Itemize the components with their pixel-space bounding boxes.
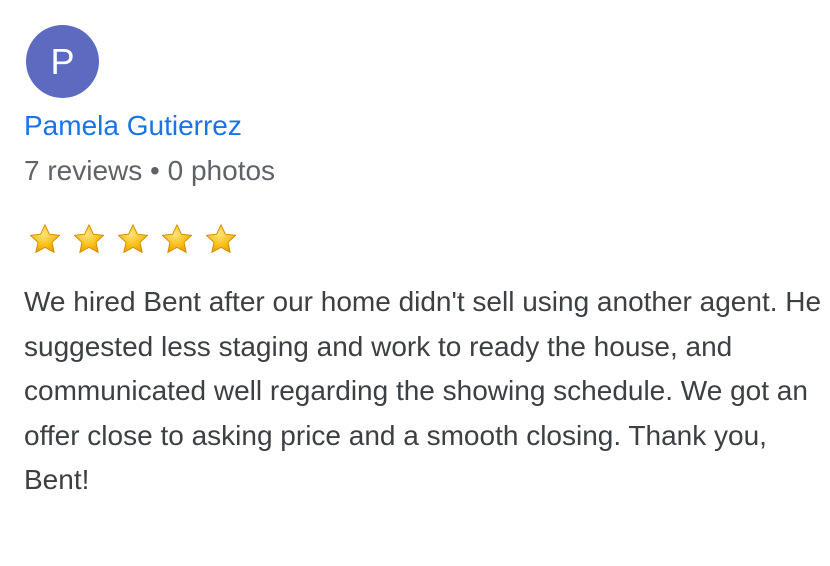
star-icon bbox=[117, 224, 149, 253]
star-icon bbox=[73, 224, 105, 253]
star-icon bbox=[205, 224, 237, 253]
avatar-initial: P bbox=[50, 40, 75, 82]
star-icon bbox=[161, 224, 193, 253]
reviewer-name-link[interactable]: Pamela Gutierrez bbox=[24, 110, 242, 142]
avatar[interactable]: P bbox=[26, 25, 99, 98]
star-icon bbox=[29, 224, 61, 253]
reviewer-meta: 7 reviews • 0 photos bbox=[24, 155, 276, 186]
star-rating bbox=[27, 222, 239, 258]
review-card: P Pamela Gutierrez 7 reviews • 0 photos bbox=[0, 0, 830, 566]
review-text: We hired Bent after our home didn't sell… bbox=[24, 286, 822, 495]
